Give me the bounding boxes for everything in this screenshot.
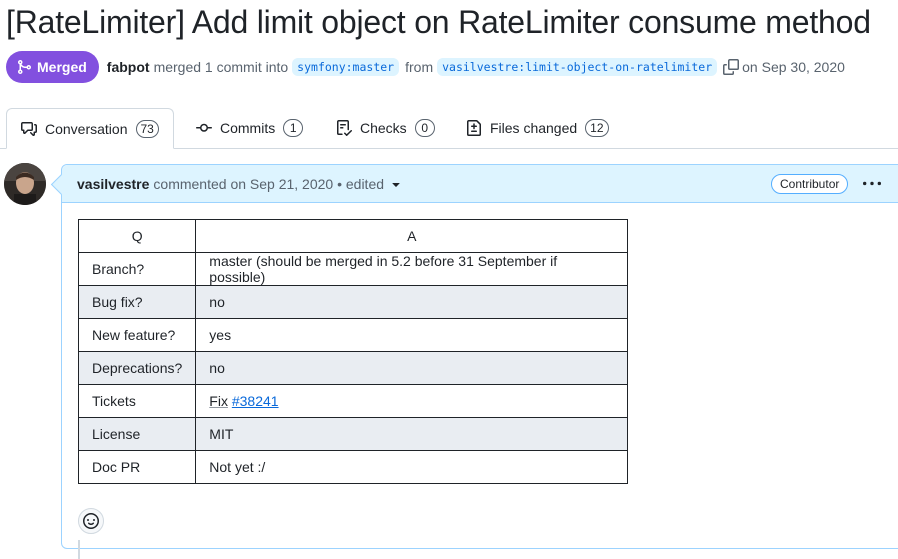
avatar[interactable] (4, 163, 46, 205)
chevron-down-icon[interactable] (388, 176, 404, 192)
comment-discussion-icon (21, 121, 37, 136)
table-row: License MIT (77, 417, 629, 451)
table-cell-q: Bug fix? (77, 285, 197, 319)
merged-status-label: Merged (37, 59, 87, 75)
tab-commits[interactable]: Commits 1 (182, 108, 317, 148)
qa-table: Q A Branch? master (should be merged in … (77, 219, 629, 484)
copy-icon[interactable] (723, 59, 740, 75)
table-row: New feature? yes (77, 318, 629, 352)
table-cell-q: Branch? (77, 252, 197, 286)
comment-header: vasilvestre commented on Sep 21, 2020 • … (62, 165, 898, 203)
merge-date: on Sep 30, 2020 (742, 59, 845, 75)
checklist-icon (337, 120, 352, 136)
table-header-a: A (195, 219, 629, 253)
pr-title: [RateLimiter] Add limit object on RateLi… (6, 4, 871, 40)
comment-author[interactable]: vasilvestre (77, 176, 149, 192)
merge-text: merged 1 commit into (153, 59, 289, 75)
tab-checks[interactable]: Checks 0 (322, 108, 449, 148)
fix-text: Fix (209, 393, 228, 409)
table-row: Deprecations? no (77, 351, 629, 385)
git-commit-icon (196, 123, 212, 132)
pr-tabs: Conversation 73 Commits 1 Checks 0 Files… (0, 108, 898, 149)
table-cell-q: License (77, 417, 197, 451)
table-cell-a: master (should be merged in 5.2 before 3… (195, 252, 629, 286)
table-cell-a: Not yet :/ (195, 450, 629, 484)
tab-checks-label: Checks (360, 120, 407, 136)
merged-status-badge: Merged (6, 51, 99, 83)
tab-files-changed-count: 12 (585, 119, 609, 137)
table-cell-q: New feature? (77, 318, 197, 352)
contributor-badge: Contributor (771, 174, 849, 194)
issue-link[interactable]: #38241 (232, 393, 279, 409)
pr-meta: Merged fabpot merged 1 commit into symfo… (6, 51, 896, 83)
tab-commits-label: Commits (220, 120, 276, 136)
tab-files-changed-label: Files changed (490, 120, 578, 136)
table-row: Branch? master (should be merged in 5.2 … (77, 252, 629, 286)
file-diff-icon (467, 120, 481, 136)
table-cell-q: Tickets (77, 384, 197, 418)
table-cell-a: yes (195, 318, 629, 352)
tab-files-changed[interactable]: Files changed 12 (452, 108, 623, 148)
tab-conversation-label: Conversation (45, 120, 128, 137)
base-branch[interactable]: symfony:master (292, 58, 400, 76)
tab-checks-count: 0 (414, 119, 435, 137)
table-cell-a: Fix #38241 (195, 384, 629, 418)
tab-commits-count: 1 (283, 119, 304, 137)
table-cell-a: no (195, 285, 629, 319)
table-header-row: Q A (77, 219, 629, 253)
git-merge-icon (18, 60, 32, 74)
table-row: Bug fix? no (77, 285, 629, 319)
table-row: Tickets Fix #38241 (77, 384, 629, 418)
table-header-q: Q (77, 219, 197, 253)
tab-conversation-count: 73 (135, 119, 159, 138)
table-cell-a: MIT (195, 417, 629, 451)
merger-username[interactable]: fabpot (107, 59, 150, 75)
comment-meta: commented on Sep 21, 2020 • edited (153, 175, 385, 192)
table-cell-a: no (195, 351, 629, 385)
from-text: from (405, 59, 434, 75)
kebab-menu-icon[interactable] (862, 175, 882, 193)
add-reaction-button[interactable] (78, 508, 104, 534)
table-cell-q: Deprecations? (77, 351, 197, 385)
head-branch[interactable]: vasilvestre:limit-object-on-ratelimiter (437, 58, 718, 76)
timeline-line (78, 540, 80, 559)
tab-conversation[interactable]: Conversation 73 (6, 108, 174, 149)
table-row: Doc PR Not yet :/ (77, 450, 629, 484)
comment-box: vasilvestre commented on Sep 21, 2020 • … (50, 164, 898, 549)
table-cell-q: Doc PR (77, 450, 197, 484)
smiley-icon (83, 513, 99, 529)
